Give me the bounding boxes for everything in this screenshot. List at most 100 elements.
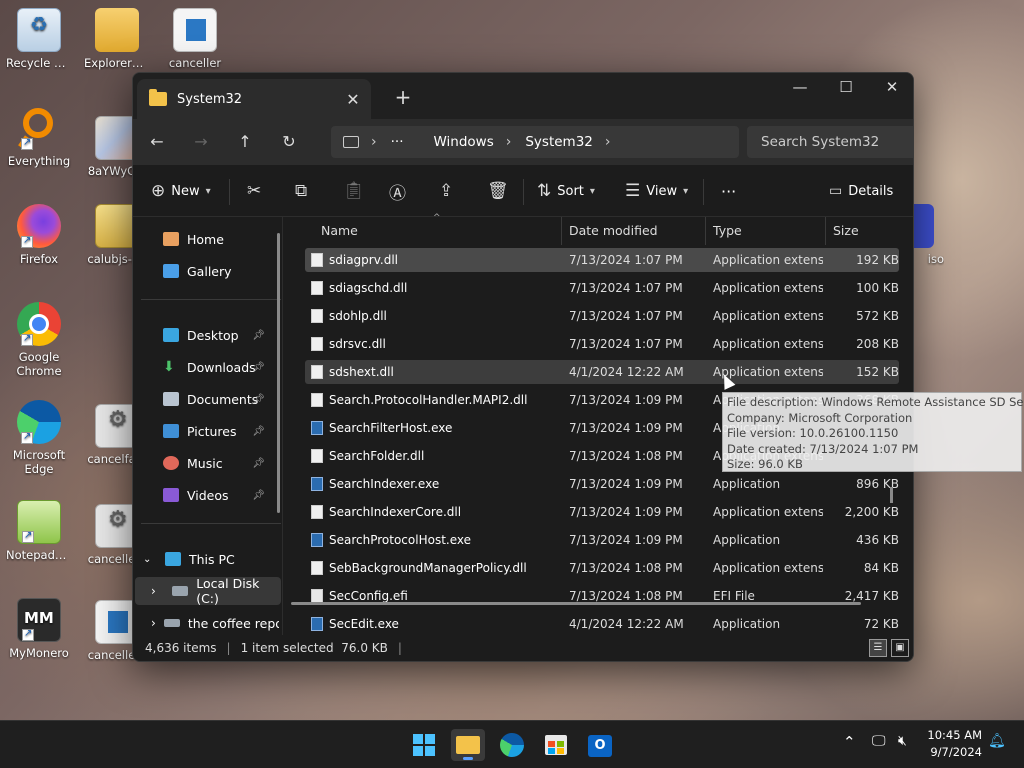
close-tab-icon[interactable]: ✕ — [341, 90, 365, 109]
table-row[interactable]: SearchProtocolHost.exe 7/13/2024 1:09 PM A… — [305, 528, 899, 552]
table-row[interactable]: SearchIndexerCore.dll 7/13/2024 1:09 PM Ap… — [305, 500, 899, 524]
nav-item-videos[interactable]: Videos 📌︎ — [133, 481, 279, 509]
nav-item-gallery[interactable]: Gallery — [133, 257, 279, 285]
notification-bell-icon[interactable]: 🔔︎ — [988, 733, 1006, 749]
file-date: 7/13/2024 1:09 PM — [569, 393, 683, 407]
trash-icon: 🗑︎ — [487, 181, 509, 201]
table-row[interactable]: sdrsvc.dll 7/13/2024 1:07 PM Application e… — [305, 332, 899, 356]
table-row[interactable]: sdiagschd.dll 7/13/2024 1:07 PM Applicatio… — [305, 276, 899, 300]
details-view-icon[interactable]: ☰ — [869, 639, 887, 657]
home-icon — [163, 232, 179, 246]
up-arrow-icon[interactable]: ↑ — [225, 126, 265, 158]
breadcrumb-more[interactable]: ··· — [391, 134, 404, 150]
start-button[interactable] — [407, 729, 441, 761]
file-type: Application extens... — [713, 561, 823, 575]
table-row[interactable]: sdiagprv.dll 7/13/2024 1:07 PM Application… — [305, 248, 899, 272]
file-name: SecEdit.exe — [329, 617, 399, 631]
cut-button[interactable]: ✂ — [247, 165, 267, 217]
file-explorer-window: System32 ✕ + — ☐ ✕ ← → ↑ ↻ › ··· Windows… — [132, 72, 914, 662]
file-date: 7/13/2024 1:09 PM — [569, 477, 683, 491]
desktop-icon-label: Google Chrome — [16, 350, 62, 378]
desktop-icon-firefox[interactable]: Firefox — [6, 204, 72, 266]
view-button[interactable]: ☰ View ▾ — [625, 165, 688, 217]
tiles-view-icon[interactable]: ▣ — [891, 639, 909, 657]
vertical-scrollbar[interactable] — [890, 487, 893, 503]
table-row[interactable]: SecEdit.exe 4/1/2024 12:22 AM Application 7… — [305, 612, 899, 636]
taskbar-store[interactable] — [539, 729, 573, 761]
table-row[interactable]: sdshext.dll 4/1/2024 12:22 AM Application … — [305, 360, 899, 384]
edge-icon — [17, 400, 61, 444]
item-count: 4,636 items — [145, 641, 217, 655]
chevron-down-icon: ▾ — [589, 185, 595, 197]
volume-muted-icon[interactable]: 🔇︎ — [898, 733, 907, 749]
desktop-icon-edge[interactable]: Microsoft Edge — [6, 400, 72, 476]
table-row[interactable]: sdohlp.dll 7/13/2024 1:07 PM Application e… — [305, 304, 899, 328]
notepad-plus-icon — [17, 500, 61, 544]
forward-arrow-icon[interactable]: → — [181, 126, 221, 158]
column-header-date[interactable]: Date modified — [569, 217, 658, 245]
nav-item-this-pc[interactable]: ⌄ This PC — [133, 545, 279, 573]
rename-button[interactable]: Ⓐ — [389, 165, 412, 217]
nav-scrollbar[interactable] — [277, 233, 280, 513]
desktop-icon-everything[interactable]: Everything — [6, 106, 72, 168]
column-header-size[interactable]: Size — [833, 217, 859, 245]
details-button[interactable]: ▭ Details — [829, 165, 893, 217]
mymonero-icon: MM — [17, 598, 61, 642]
more-options-button[interactable]: ··· — [721, 165, 736, 217]
desktop-icon-notepad-plus[interactable]: Notepad++ — [6, 500, 72, 562]
pin-icon: 📌︎ — [252, 489, 265, 501]
copy-button[interactable]: ⧉ — [295, 165, 313, 217]
delete-button[interactable]: 🗑︎ — [487, 165, 515, 217]
nav-item-documents[interactable]: Documents 📌︎ — [133, 385, 279, 413]
new-button[interactable]: ⊕ New ▾ — [151, 165, 211, 217]
nav-item-local-disk[interactable]: › Local Disk (C:) — [135, 576, 281, 606]
sort-button[interactable]: ⇅ Sort ▾ — [537, 165, 595, 217]
scissors-icon: ✂ — [247, 181, 262, 201]
desktop-icon-recycle-bin[interactable]: ♻ Recycle Bin — [6, 8, 72, 70]
chevron-down-icon[interactable]: ⌄ — [143, 554, 157, 565]
tab-system32[interactable]: System32 ✕ — [137, 79, 371, 119]
table-row[interactable]: SebBackgroundManagerPolicy.dll 7/13/2024 … — [305, 556, 899, 580]
column-header-name[interactable]: Name — [321, 217, 358, 245]
file-type: Application — [713, 617, 781, 631]
nav-item-music[interactable]: Music 📌︎ — [133, 449, 279, 477]
nav-item-pictures[interactable]: Pictures 📌︎ — [133, 417, 279, 445]
column-divider[interactable] — [825, 217, 826, 245]
chevron-right-icon[interactable]: › — [151, 616, 156, 630]
column-divider[interactable] — [705, 217, 706, 245]
desktop-icon-chrome[interactable]: Google Chrome — [6, 302, 72, 378]
paste-button[interactable]: 📋︎ — [343, 165, 371, 217]
refresh-icon[interactable]: ↻ — [269, 126, 309, 158]
close-window-button[interactable]: ✕ — [869, 73, 913, 103]
nav-item-downloads[interactable]: ⬇ Downloads 📌︎ — [133, 353, 279, 381]
breadcrumb-system32[interactable]: System32 — [525, 134, 593, 150]
chevron-up-icon[interactable]: ⌃ — [843, 733, 856, 751]
network-icon[interactable]: 🖵︎ — [872, 733, 886, 749]
share-button[interactable]: ⇪ — [439, 165, 459, 217]
chevron-right-icon[interactable]: › — [151, 584, 164, 598]
column-header-type[interactable]: Type — [713, 217, 742, 245]
back-arrow-icon[interactable]: ← — [137, 126, 177, 158]
dll-file-icon — [311, 253, 323, 267]
file-name: SearchIndexerCore.dll — [329, 505, 462, 519]
new-tab-button[interactable]: + — [389, 83, 417, 111]
nav-item-home[interactable]: Home — [133, 225, 279, 253]
maximize-button[interactable]: ☐ — [823, 73, 869, 103]
nav-item-desktop[interactable]: Desktop 📌︎ — [133, 321, 279, 349]
taskbar-outlook[interactable]: O — [583, 729, 617, 761]
dll-file-icon — [311, 393, 323, 407]
address-box[interactable]: › ··· Windows › System32 › — [331, 126, 739, 158]
search-input[interactable]: Search System32 — [747, 126, 913, 158]
taskbar-edge[interactable] — [495, 729, 529, 761]
minimize-button[interactable]: — — [777, 73, 823, 103]
desktop-icon-explorer-plus[interactable]: Explorer++ ... — [84, 8, 150, 70]
breadcrumb-windows[interactable]: Windows — [433, 134, 493, 150]
taskbar-file-explorer[interactable] — [451, 729, 485, 761]
desktop-icon-mymonero[interactable]: MM MyMonero — [6, 598, 72, 660]
nav-item-network-drive[interactable]: › the coffee repo — [133, 609, 279, 637]
table-row[interactable]: SearchIndexer.exe 7/13/2024 1:09 PM Applic… — [305, 472, 899, 496]
horizontal-scrollbar[interactable] — [291, 602, 861, 605]
desktop-icon-canceller[interactable]: canceller — [162, 8, 228, 70]
taskbar-clock[interactable]: 10:45 AM 9/7/2024 — [927, 727, 982, 761]
column-divider[interactable] — [561, 217, 562, 245]
